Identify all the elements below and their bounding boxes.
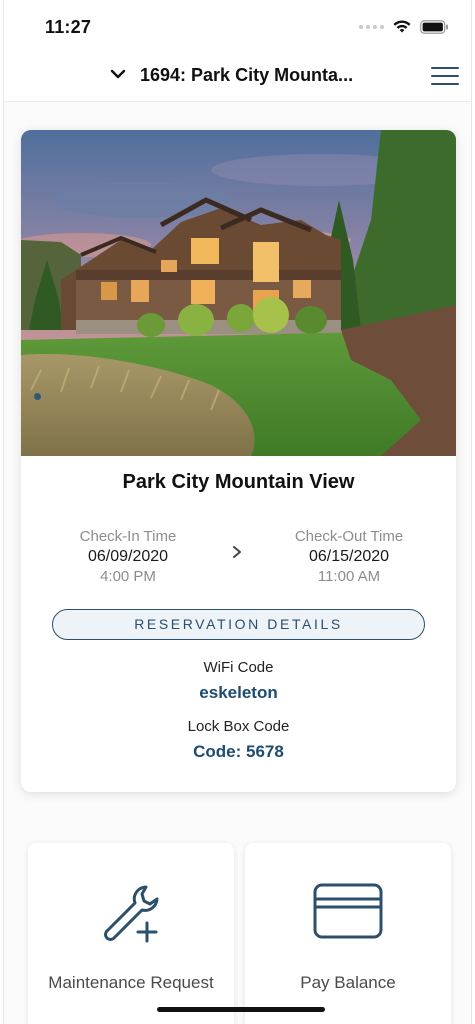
property-selector-title[interactable]: 1694: Park City Mounta... [140,65,353,86]
check-in-date: 06/09/2020 [87,548,169,565]
reservation-card: Park City Mountain View Check-In Time 06… [21,130,456,792]
lock-box-code-label: Lock Box Code [187,718,290,735]
status-bar: 11:27 [4,0,471,52]
check-in-block: Check-In Time 06/09/2020 4:00 PM [48,526,208,587]
maintenance-request-label: Maintenance Request [48,973,214,992]
wifi-code-value: eskeleton [199,683,278,702]
wifi-icon [393,20,411,33]
credit-card-icon [313,883,383,939]
nav-bar: 1694: Park City Mounta... [4,52,471,102]
carousel-indicator-dot[interactable] [34,393,41,400]
check-out-time: 11:00 AM [317,568,381,585]
hamburger-menu-icon[interactable] [431,67,459,87]
status-time: 11:27 [45,17,92,37]
chevron-right-icon [233,546,241,558]
stay-dates: Check-In Time 06/09/2020 4:00 PM Check-O… [21,526,456,586]
chevron-down-icon[interactable] [109,65,127,83]
property-photo [21,130,456,456]
lock-box-code-value: Code: 5678 [193,742,284,761]
battery-icon [420,19,448,34]
maintenance-request-tile[interactable]: Maintenance Request [28,843,234,1024]
check-out-date: 06/15/2020 [308,548,390,565]
check-out-label: Check-Out Time [294,528,404,545]
status-icons [359,19,449,34]
pay-balance-tile[interactable]: Pay Balance [245,843,451,1024]
app-screen: 11:27 1694: Park City Mounta... Park Cit… [3,0,472,1024]
wifi-code-label: WiFi Code [203,659,274,676]
reservation-details-button[interactable]: RESERVATION DETAILS [52,609,425,640]
pay-balance-label: Pay Balance [300,973,396,992]
check-in-label: Check-In Time [79,528,177,545]
wrench-plus-icon [104,885,159,943]
signal-dots-icon [359,24,384,29]
check-in-time: 4:00 PM [100,568,156,585]
home-indicator[interactable] [157,1007,325,1012]
check-out-block: Check-Out Time 06/15/2020 11:00 AM [269,526,429,587]
property-name: Park City Mountain View [122,471,355,493]
